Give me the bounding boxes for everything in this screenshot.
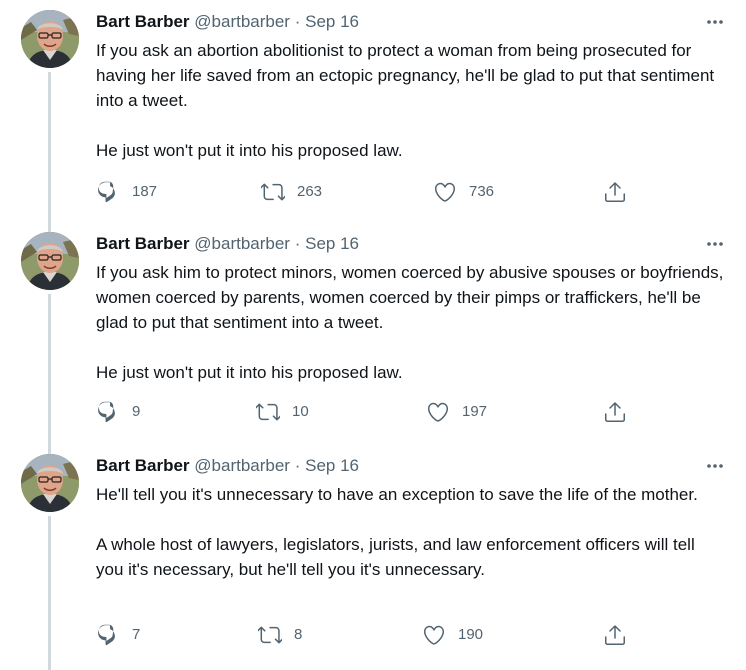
retweet-icon [261, 180, 285, 204]
author-name[interactable]: Bart Barber [96, 456, 190, 475]
heart-icon [422, 623, 446, 647]
tweet-paragraph: He just won't put it into his proposed l… [96, 363, 403, 382]
tweet-actions: 9 10 197 [96, 400, 636, 424]
tweet-date[interactable]: Sep 16 [305, 12, 359, 31]
tweet-header: Bart Barber @bartbarber · Sep 16 [96, 454, 359, 478]
author-handle[interactable]: @bartbarber [194, 234, 290, 253]
author-handle[interactable]: @bartbarber [194, 12, 290, 31]
more-icon [700, 454, 730, 478]
tweet-header: Bart Barber @bartbarber · Sep 16 [96, 232, 359, 256]
tweet[interactable]: Bart Barber @bartbarber · Sep 16 If you … [0, 222, 746, 444]
thread-connector-line [48, 294, 51, 444]
more-icon [700, 10, 730, 34]
avatar[interactable] [21, 232, 79, 290]
tweet-paragraph: If you ask an abortion abolitionist to p… [96, 41, 715, 110]
tweet-header: Bart Barber @bartbarber · Sep 16 [96, 10, 359, 34]
thread-connector-line [48, 516, 51, 670]
more-options-button[interactable] [700, 232, 730, 256]
retweet-count: 10 [292, 403, 309, 420]
heart-icon [426, 400, 450, 424]
tweet[interactable]: Bart Barber @bartbarber · Sep 16 If you … [0, 0, 746, 222]
retweet-count: 8 [294, 626, 303, 643]
thread-connector-line [48, 444, 51, 454]
tweet-paragraph: If you ask him to protect minors, women … [96, 263, 724, 332]
tweet-actions: 187 263 736 [96, 180, 636, 204]
like-count: 197 [462, 403, 488, 420]
tweet-thread: Bart Barber @bartbarber · Sep 16 If you … [0, 0, 746, 670]
tweet-paragraph: He'll tell you it's unnecessary to have … [96, 485, 698, 504]
header-separator: · [294, 12, 301, 31]
tweet-text: If you ask an abortion abolitionist to p… [96, 38, 726, 163]
tweet-date[interactable]: Sep 16 [305, 234, 359, 253]
header-separator: · [294, 234, 301, 253]
author-name[interactable]: Bart Barber [96, 234, 190, 253]
heart-icon [433, 180, 457, 204]
avatar[interactable] [21, 454, 79, 512]
tweet-text: If you ask him to protect minors, women … [96, 260, 726, 385]
share-icon [603, 623, 627, 647]
reply-count: 9 [132, 403, 141, 420]
tweet-paragraph: He just won't put it into his proposed l… [96, 141, 403, 160]
retweet-count: 263 [297, 183, 323, 200]
thread-connector-line [48, 222, 51, 232]
reply-count: 187 [132, 183, 158, 200]
like-count: 190 [458, 626, 484, 643]
more-options-button[interactable] [700, 454, 730, 478]
share-icon [603, 180, 627, 204]
reply-icon [96, 400, 120, 424]
reply-icon [96, 623, 120, 647]
reply-count: 7 [132, 626, 141, 643]
tweet-date[interactable]: Sep 16 [305, 456, 359, 475]
header-separator: · [294, 456, 301, 475]
share-icon [603, 400, 627, 424]
tweet[interactable]: Bart Barber @bartbarber · Sep 16 He'll t… [0, 444, 746, 670]
author-name[interactable]: Bart Barber [96, 12, 190, 31]
avatar[interactable] [21, 10, 79, 68]
reply-icon [96, 180, 120, 204]
retweet-icon [256, 400, 280, 424]
more-options-button[interactable] [700, 10, 730, 34]
tweet-text: He'll tell you it's unnecessary to have … [96, 482, 726, 582]
author-handle[interactable]: @bartbarber [194, 456, 290, 475]
tweet-paragraph: A whole host of lawyers, legislators, ju… [96, 535, 695, 579]
thread-connector-line [48, 72, 51, 222]
retweet-icon [258, 623, 282, 647]
like-count: 736 [469, 183, 495, 200]
more-icon [700, 232, 730, 256]
tweet-actions: 7 8 190 [96, 623, 636, 647]
